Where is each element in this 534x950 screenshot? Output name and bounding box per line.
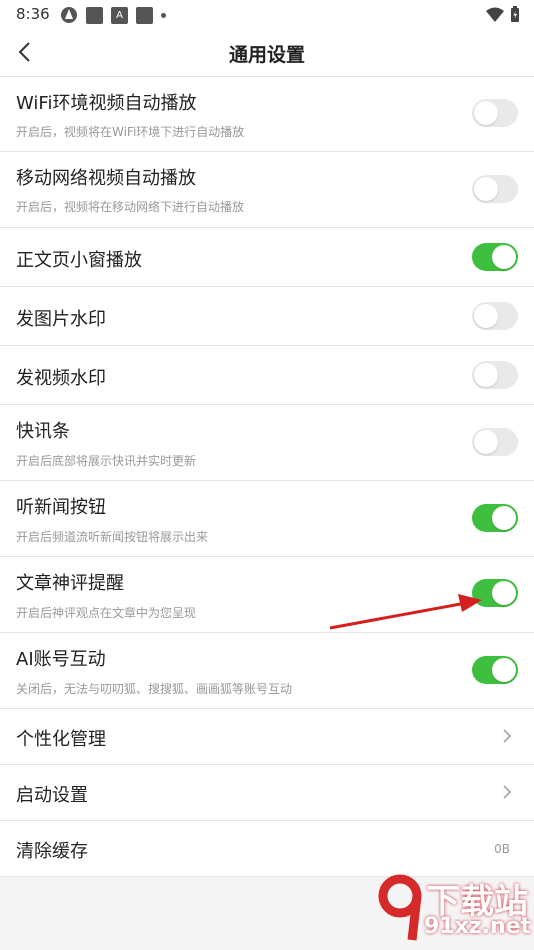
video-watermark-toggle[interactable]: [472, 361, 518, 389]
settings-list: WiFi环境视频自动播放 开启后，视频将在WiFi环境下进行自动播放 移动网络视…: [0, 77, 534, 877]
setting-label: 移动网络视频自动播放: [16, 168, 196, 189]
setting-row-personalization[interactable]: 个性化管理: [0, 709, 534, 765]
setting-row-image-watermark[interactable]: 发图片水印: [0, 287, 534, 346]
setting-row-video-watermark[interactable]: 发视频水印: [0, 346, 534, 405]
more-notifications-dot-icon: [161, 12, 166, 18]
setting-label: 清除缓存: [16, 841, 88, 862]
listen-news-toggle[interactable]: [472, 504, 518, 532]
comment-reminder-toggle[interactable]: [472, 579, 518, 607]
wifi-autoplay-toggle[interactable]: [472, 99, 518, 127]
setting-label: 启动设置: [16, 785, 88, 806]
setting-label: 正文页小窗播放: [16, 250, 142, 271]
news-ticker-toggle[interactable]: [472, 428, 518, 456]
notification-icons: A: [60, 6, 166, 24]
setting-description: 开启后，视频将在WiFi环境下进行自动播放: [16, 125, 245, 139]
status-time: 8:36: [16, 5, 50, 23]
chevron-right-icon: [503, 785, 512, 799]
status-bar: 8:36 A: [0, 0, 534, 30]
setting-row-pip-playback[interactable]: 正文页小窗播放: [0, 228, 534, 287]
logo-icon: [378, 874, 422, 941]
setting-description: 开启后，视频将在移动网络下进行自动播放: [16, 200, 245, 214]
app-notification-icon: [61, 7, 77, 23]
setting-row-wifi-autoplay[interactable]: WiFi环境视频自动播放 开启后，视频将在WiFi环境下进行自动播放: [0, 77, 534, 152]
setting-label: WiFi环境视频自动播放: [16, 93, 197, 114]
battery-icon: [511, 6, 519, 22]
setting-description: 开启后底部将展示快讯并实时更新: [16, 454, 197, 468]
wifi-icon: [486, 7, 504, 22]
setting-label: AI账号互动: [16, 649, 106, 670]
cache-size-value: 0B: [494, 842, 510, 856]
pip-playback-toggle[interactable]: [472, 243, 518, 271]
square-notification-icon-2: [136, 6, 153, 24]
watermark-domain: 91xz.net: [424, 914, 532, 939]
setting-label: 发图片水印: [16, 309, 106, 330]
setting-row-listen-news[interactable]: 听新闻按钮 开启后频道流听新闻按钮将展示出来: [0, 481, 534, 557]
setting-description: 开启后神评观点在文章中为您呈现: [16, 606, 197, 620]
a-notification-icon: A: [111, 6, 128, 24]
square-notification-icon: [86, 6, 103, 24]
setting-label: 快讯条: [16, 421, 70, 442]
setting-row-ai-account[interactable]: AI账号互动 关闭后，无法与叨叨狐、搜搜狐、画画狐等账号互动: [0, 633, 534, 709]
setting-label: 个性化管理: [16, 729, 106, 750]
setting-label: 听新闻按钮: [16, 497, 106, 518]
setting-row-clear-cache[interactable]: 清除缓存 0B: [0, 821, 534, 877]
setting-row-mobile-autoplay[interactable]: 移动网络视频自动播放 开启后，视频将在移动网络下进行自动播放: [0, 152, 534, 228]
setting-label: 文章神评提醒: [16, 573, 124, 594]
setting-description: 关闭后，无法与叨叨狐、搜搜狐、画画狐等账号互动: [16, 682, 293, 696]
mobile-autoplay-toggle[interactable]: [472, 175, 518, 203]
site-watermark: 下载站 91xz.net: [378, 874, 532, 946]
setting-row-startup[interactable]: 启动设置: [0, 765, 534, 821]
setting-row-news-ticker[interactable]: 快讯条 开启后底部将展示快讯并实时更新: [0, 405, 534, 481]
system-icons: [486, 6, 520, 23]
chevron-right-icon: [503, 729, 512, 743]
app-header: 通用设置: [0, 30, 534, 77]
setting-label: 发视频水印: [16, 368, 106, 389]
image-watermark-toggle[interactable]: [472, 302, 518, 330]
ai-account-toggle[interactable]: [472, 656, 518, 684]
setting-row-comment-reminder[interactable]: 文章神评提醒 开启后神评观点在文章中为您呈现: [0, 557, 534, 633]
setting-description: 开启后频道流听新闻按钮将展示出来: [16, 530, 209, 544]
page-title: 通用设置: [228, 44, 305, 66]
